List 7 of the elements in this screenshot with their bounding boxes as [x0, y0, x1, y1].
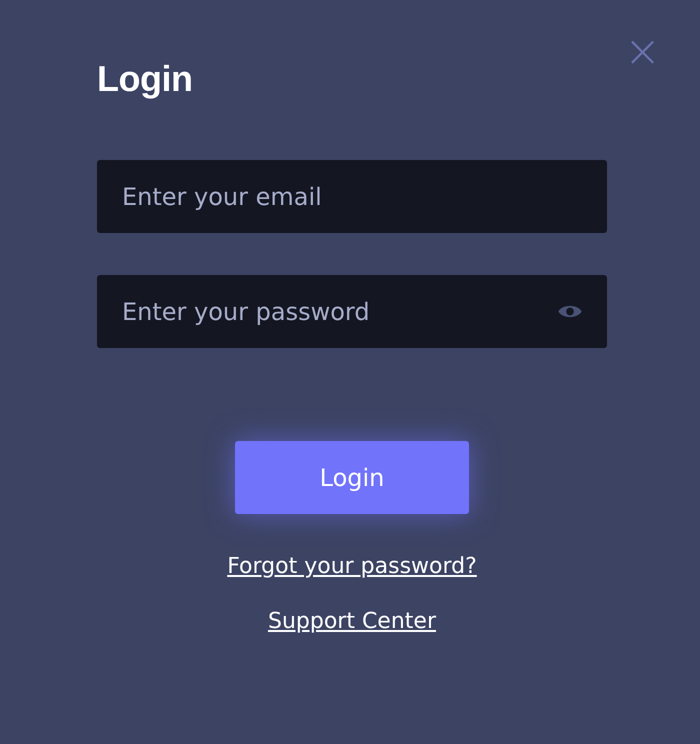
email-field[interactable]: Enter your email	[97, 160, 607, 233]
eye-icon[interactable]	[557, 303, 583, 320]
login-button[interactable]: Login	[235, 441, 469, 514]
text-link[interactable]: Support Center	[268, 609, 436, 634]
text-link[interactable]: Forgot your password?	[227, 554, 477, 579]
dialog-title: Login	[97, 58, 192, 100]
password-field[interactable]: Enter your password	[97, 275, 607, 348]
